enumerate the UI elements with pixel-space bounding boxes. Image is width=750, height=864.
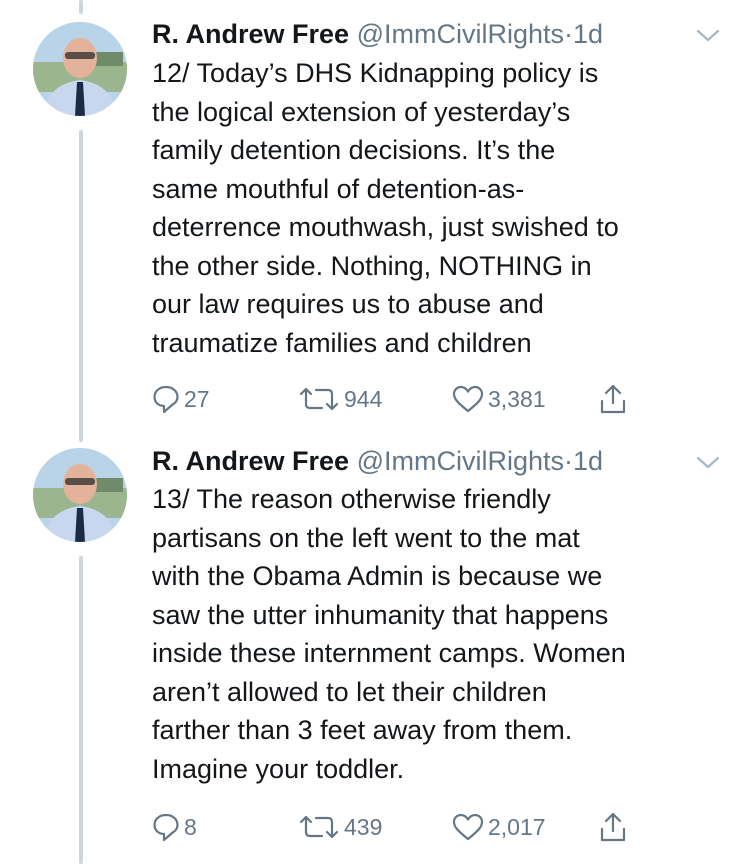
tweet-text-line: 13/ The reason otherwise friendly bbox=[152, 484, 551, 514]
tweet[interactable]: R. Andrew Free @ImmCivilRights·1d 12/ To… bbox=[0, 0, 750, 430]
tweet-text-line: with the Obama Admin is because we bbox=[152, 561, 603, 591]
author-handle[interactable]: @ImmCivilRights bbox=[357, 446, 564, 476]
retweet-button[interactable]: 439 bbox=[298, 810, 382, 844]
like-button[interactable]: 2,017 bbox=[452, 810, 546, 844]
reply-button[interactable]: 27 bbox=[152, 382, 210, 416]
separator: · bbox=[563, 19, 573, 49]
like-count: 2,017 bbox=[488, 813, 546, 840]
timestamp[interactable]: 1d bbox=[573, 19, 603, 49]
tweet-text-line: partisans on the left went to the mat bbox=[152, 522, 580, 553]
tweet-text-line: our law requires us to abuse and bbox=[152, 289, 544, 319]
tweet-text-line: deterrence mouthwash, just swished to bbox=[152, 212, 619, 242]
tweet-header: R. Andrew Free @ImmCivilRights·1d bbox=[152, 17, 603, 51]
share-icon bbox=[598, 383, 628, 415]
tweet-text-line: 12/ Today’s DHS Kidnapping policy is bbox=[152, 58, 599, 88]
tweet-text: 12/ Today’s DHS Kidnapping policy is the… bbox=[152, 54, 732, 362]
chevron-down-icon[interactable] bbox=[694, 453, 722, 473]
avatar[interactable] bbox=[33, 448, 127, 542]
timestamp[interactable]: 1d bbox=[573, 446, 603, 476]
retweet-icon bbox=[298, 814, 340, 840]
tweet-text-line: traumatize families and children bbox=[152, 327, 532, 358]
retweet-count: 944 bbox=[344, 385, 383, 412]
reply-icon bbox=[152, 812, 180, 842]
separator: · bbox=[563, 446, 573, 476]
retweet-button[interactable]: 944 bbox=[298, 382, 382, 416]
tweet-text-line: the logical extension of yesterday’s bbox=[152, 96, 571, 127]
avatar-photo bbox=[33, 448, 127, 542]
author-name[interactable]: R. Andrew Free bbox=[152, 446, 349, 476]
share-button[interactable] bbox=[598, 810, 628, 844]
like-button[interactable]: 3,381 bbox=[452, 382, 546, 416]
tweet-text-line: aren’t allowed to let their children bbox=[152, 676, 547, 707]
reply-button[interactable]: 8 bbox=[152, 810, 197, 844]
retweet-icon bbox=[298, 386, 340, 412]
author-name[interactable]: R. Andrew Free bbox=[152, 19, 349, 49]
tweet-text-line: family detention decisions. It’s the bbox=[152, 135, 556, 165]
avatar[interactable] bbox=[33, 22, 127, 116]
chevron-down-icon[interactable] bbox=[694, 26, 722, 46]
tweet-text: 13/ The reason otherwise friendly partis… bbox=[152, 480, 732, 788]
tweet-actions: 8 439 2,017 bbox=[152, 810, 652, 844]
tweet-actions: 27 944 3,381 bbox=[152, 382, 652, 416]
tweet-header: R. Andrew Free @ImmCivilRights·1d bbox=[152, 444, 603, 478]
tweet-text-line: saw the utter inhumanity that happens bbox=[152, 599, 609, 630]
share-icon bbox=[598, 811, 628, 843]
heart-icon bbox=[452, 813, 484, 841]
tweet[interactable]: R. Andrew Free @ImmCivilRights·1d 13/ Th… bbox=[0, 430, 750, 864]
tweet-text-line: farther than 3 feet away from them. bbox=[152, 715, 573, 745]
retweet-count: 439 bbox=[344, 813, 383, 840]
like-count: 3,381 bbox=[488, 385, 546, 412]
tweet-text-line: same mouthful of detention-as- bbox=[152, 173, 525, 204]
reply-count: 8 bbox=[184, 813, 197, 840]
tweet-text-line: Imagine your toddler. bbox=[152, 753, 405, 784]
avatar-photo bbox=[33, 22, 127, 116]
heart-icon bbox=[452, 385, 484, 413]
tweet-text-line: inside these internment camps. Women bbox=[152, 638, 626, 668]
reply-count: 27 bbox=[184, 385, 210, 412]
tweet-text-line: the other side. Nothing, NOTHING in bbox=[152, 250, 592, 281]
reply-icon bbox=[152, 384, 180, 414]
share-button[interactable] bbox=[598, 382, 628, 416]
author-handle[interactable]: @ImmCivilRights bbox=[357, 19, 564, 49]
